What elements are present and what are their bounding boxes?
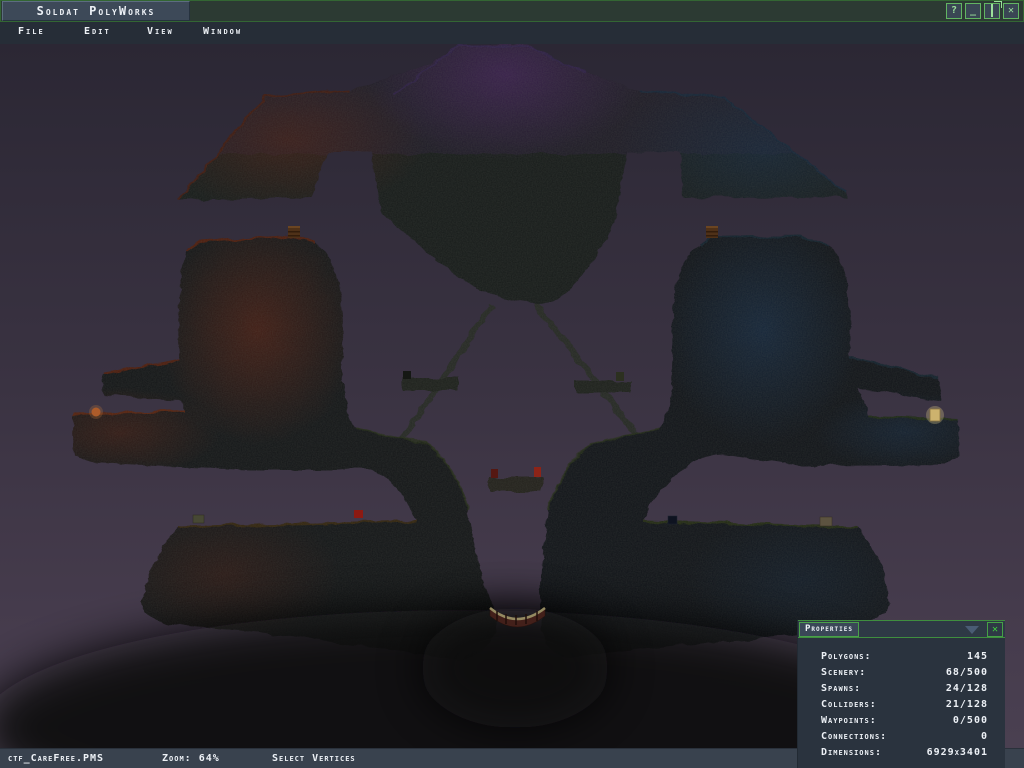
close-panel-button[interactable]: ✕	[987, 622, 1003, 637]
property-label: Polygons:	[821, 651, 872, 667]
help-button[interactable]: ?	[946, 3, 962, 19]
property-value: 0/500	[953, 715, 988, 731]
window-controls: ? _ ✕	[946, 3, 1019, 19]
menu-file[interactable]: File	[18, 26, 45, 37]
property-value: 145	[967, 651, 988, 667]
property-row-waypoints: Waypoints: 0/500	[798, 715, 1005, 731]
yellow-item-marker[interactable]	[930, 409, 940, 421]
property-label: Colliders:	[821, 699, 877, 715]
collapse-panel-icon[interactable]	[965, 626, 979, 634]
menu-view[interactable]: View	[147, 26, 174, 37]
close-button[interactable]: ✕	[1003, 3, 1019, 19]
property-value: 0	[981, 731, 988, 747]
blue-flag-marker[interactable]	[668, 516, 677, 524]
property-value: 24/128	[946, 683, 988, 699]
property-row-spawns: Spawns: 24/128	[798, 683, 1005, 699]
app-title: Soldat PolyWorks	[2, 1, 190, 21]
property-label: Scenery:	[821, 667, 866, 683]
menu-window[interactable]: Window	[203, 26, 242, 37]
crate-scenery[interactable]	[820, 517, 832, 526]
property-row-polygons: Polygons: 145	[798, 651, 1005, 667]
property-row-colliders: Colliders: 21/128	[798, 699, 1005, 715]
center-bridge-platform[interactable]	[489, 477, 543, 492]
post-scenery[interactable]	[616, 372, 624, 381]
title-bar[interactable]: Soldat PolyWorks ? _ ✕	[0, 0, 1024, 22]
menu-bar: File Edit View Window	[0, 22, 1024, 44]
property-value: 68/500	[946, 667, 988, 683]
menu-edit[interactable]: Edit	[84, 26, 111, 37]
properties-panel-titlebar[interactable]: Properties ✕	[798, 620, 1005, 638]
status-filename: ctf_CareFree.PMS	[8, 753, 104, 764]
property-row-dimensions: Dimensions: 6929x3401	[798, 747, 1005, 763]
bridge-post-right[interactable]	[534, 467, 541, 477]
restore-button[interactable]	[984, 3, 1000, 19]
barrel-scenery[interactable]	[288, 226, 300, 238]
close-icon: ✕	[1008, 5, 1014, 16]
property-value: 21/128	[946, 699, 988, 715]
property-row-scenery: Scenery: 68/500	[798, 667, 1005, 683]
restore-icon	[991, 4, 993, 17]
property-label: Spawns:	[821, 683, 861, 699]
orange-item-marker[interactable]	[92, 408, 101, 417]
help-icon: ?	[951, 5, 957, 16]
property-label: Connections:	[821, 731, 887, 747]
property-value: 6929x3401	[927, 747, 988, 763]
properties-panel: Properties ✕ Polygons: 145 Scenery: 68/5…	[797, 620, 1005, 768]
platform-left[interactable]	[402, 378, 458, 390]
post-scenery[interactable]	[403, 371, 411, 379]
minimize-button[interactable]: _	[965, 3, 981, 19]
bridge-post-left[interactable]	[491, 469, 498, 478]
red-flag-marker[interactable]	[354, 510, 363, 518]
properties-panel-title: Properties	[799, 622, 859, 637]
properties-list: Polygons: 145 Scenery: 68/500 Spawns: 24…	[798, 638, 1005, 763]
barrel-scenery[interactable]	[706, 226, 718, 238]
status-zoom-level: Zoom: 64%	[162, 753, 220, 764]
property-label: Dimensions:	[821, 747, 882, 763]
minimize-icon: _	[970, 5, 976, 16]
property-label: Waypoints:	[821, 715, 877, 731]
property-row-connections: Connections: 0	[798, 731, 1005, 747]
close-icon: ✕	[992, 624, 998, 635]
crate-scenery[interactable]	[193, 515, 204, 523]
platform-right[interactable]	[575, 381, 631, 393]
status-tool-mode: Select Vertices	[272, 753, 356, 764]
